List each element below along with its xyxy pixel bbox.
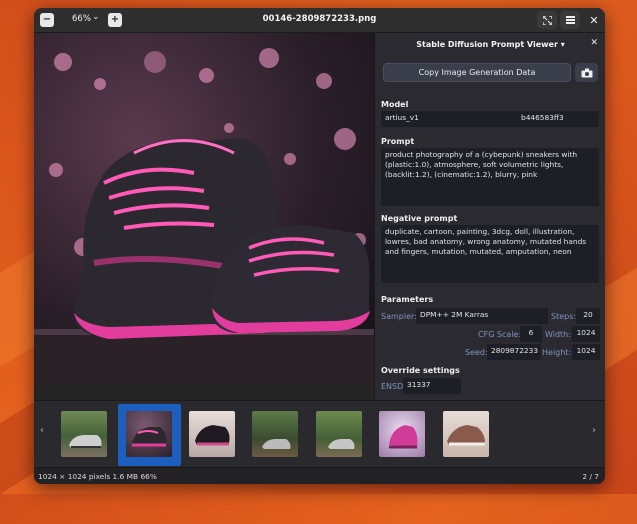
- seed-field[interactable]: 2809872233: [487, 344, 541, 360]
- negative-prompt-label: Negative prompt: [381, 214, 458, 223]
- sampler-label: Sampler:: [381, 312, 417, 321]
- thumbnail-image: [195, 425, 230, 446]
- cfg-scale-field[interactable]: 6: [520, 326, 542, 342]
- camera-button[interactable]: [575, 63, 598, 82]
- thumbnail-strip: ‹ ›: [34, 400, 605, 468]
- header-bar: − 66% ⌄ + 00146-2809872233.png ✕: [34, 8, 605, 33]
- main-menu-button[interactable]: [560, 11, 580, 29]
- chevron-left-icon[interactable]: ‹: [40, 425, 44, 436]
- zoom-in-button[interactable]: +: [108, 13, 122, 27]
- height-field[interactable]: 1024: [572, 344, 600, 360]
- chevron-down-icon[interactable]: ⌄: [92, 12, 100, 22]
- close-icon: ✕: [589, 13, 599, 27]
- zoom-out-button[interactable]: −: [40, 13, 54, 27]
- expand-icon: [542, 15, 552, 25]
- fullscreen-button[interactable]: [537, 11, 557, 29]
- negative-prompt-textarea[interactable]: duplicate, cartoon, painting, 3dcg, doll…: [381, 225, 599, 283]
- image-info: 1024 × 1024 pixels 1.6 MB 66%: [38, 472, 157, 481]
- steps-field[interactable]: 20: [576, 308, 600, 324]
- hamburger-icon: [565, 16, 575, 23]
- thumbnail[interactable]: [61, 411, 107, 457]
- main-image[interactable]: [34, 33, 374, 385]
- override-settings-label: Override settings: [381, 366, 460, 375]
- page-counter: 2 / 7: [582, 472, 599, 481]
- panel-title-label: Stable Diffusion Prompt Viewer: [416, 40, 558, 49]
- thumbnail[interactable]: [379, 411, 425, 457]
- panel-close-button[interactable]: ✕: [590, 38, 598, 48]
- prompt-label: Prompt: [381, 137, 415, 146]
- thumbnail-selected[interactable]: [126, 411, 172, 457]
- thumbnail[interactable]: [316, 411, 362, 457]
- camera-icon: [581, 68, 592, 77]
- ensd-field[interactable]: 31337: [403, 378, 461, 394]
- status-bar: 1024 × 1024 pixels 1.6 MB 66% 2 / 7: [34, 467, 605, 484]
- width-label: Width:: [545, 330, 571, 339]
- sampler-field[interactable]: DPM++ 2M Karras: [416, 308, 548, 324]
- thumbnail-image: [447, 425, 485, 446]
- thumbnail-image: [389, 425, 418, 449]
- zoom-level[interactable]: 66%: [72, 14, 91, 24]
- chevron-right-icon[interactable]: ›: [592, 425, 596, 436]
- model-label: Model: [381, 100, 409, 109]
- prompt-viewer-panel: Stable Diffusion Prompt Viewer ▾ ✕ Copy …: [374, 33, 605, 400]
- window-close-button[interactable]: ✕: [586, 12, 602, 28]
- cfg-scale-label: CFG Scale:: [478, 330, 522, 339]
- model-hash: b446583ff3: [521, 113, 564, 122]
- thumbnail[interactable]: [252, 411, 298, 457]
- minus-icon: −: [42, 14, 52, 25]
- copy-generation-data-button[interactable]: Copy Image Generation Data: [383, 63, 571, 82]
- thumbnail-image: [262, 439, 291, 449]
- parameters-label: Parameters: [381, 295, 434, 304]
- caret-down-icon: ▾: [560, 40, 565, 49]
- thumbnail-image: [328, 439, 355, 449]
- height-label: Height:: [542, 348, 572, 357]
- model-name: artius_v1: [385, 113, 419, 122]
- panel-title[interactable]: Stable Diffusion Prompt Viewer ▾: [375, 40, 605, 49]
- thumbnail[interactable]: [189, 411, 235, 457]
- prompt-textarea[interactable]: product photography of a (cybepunk) snea…: [381, 148, 599, 206]
- thumbnail-image: [69, 435, 102, 448]
- sneakers-illustration: [34, 138, 374, 385]
- steps-label: Steps:: [551, 312, 577, 321]
- width-field[interactable]: 1024: [572, 326, 600, 342]
- thumbnail-image: [132, 427, 167, 447]
- model-field[interactable]: artius_v1 b446583ff3: [381, 111, 599, 127]
- plus-icon: +: [110, 14, 120, 25]
- thumbnail[interactable]: [443, 411, 489, 457]
- seed-label: Seed:: [465, 348, 488, 357]
- image-viewer-window: − 66% ⌄ + 00146-2809872233.png ✕ Stable …: [34, 8, 605, 484]
